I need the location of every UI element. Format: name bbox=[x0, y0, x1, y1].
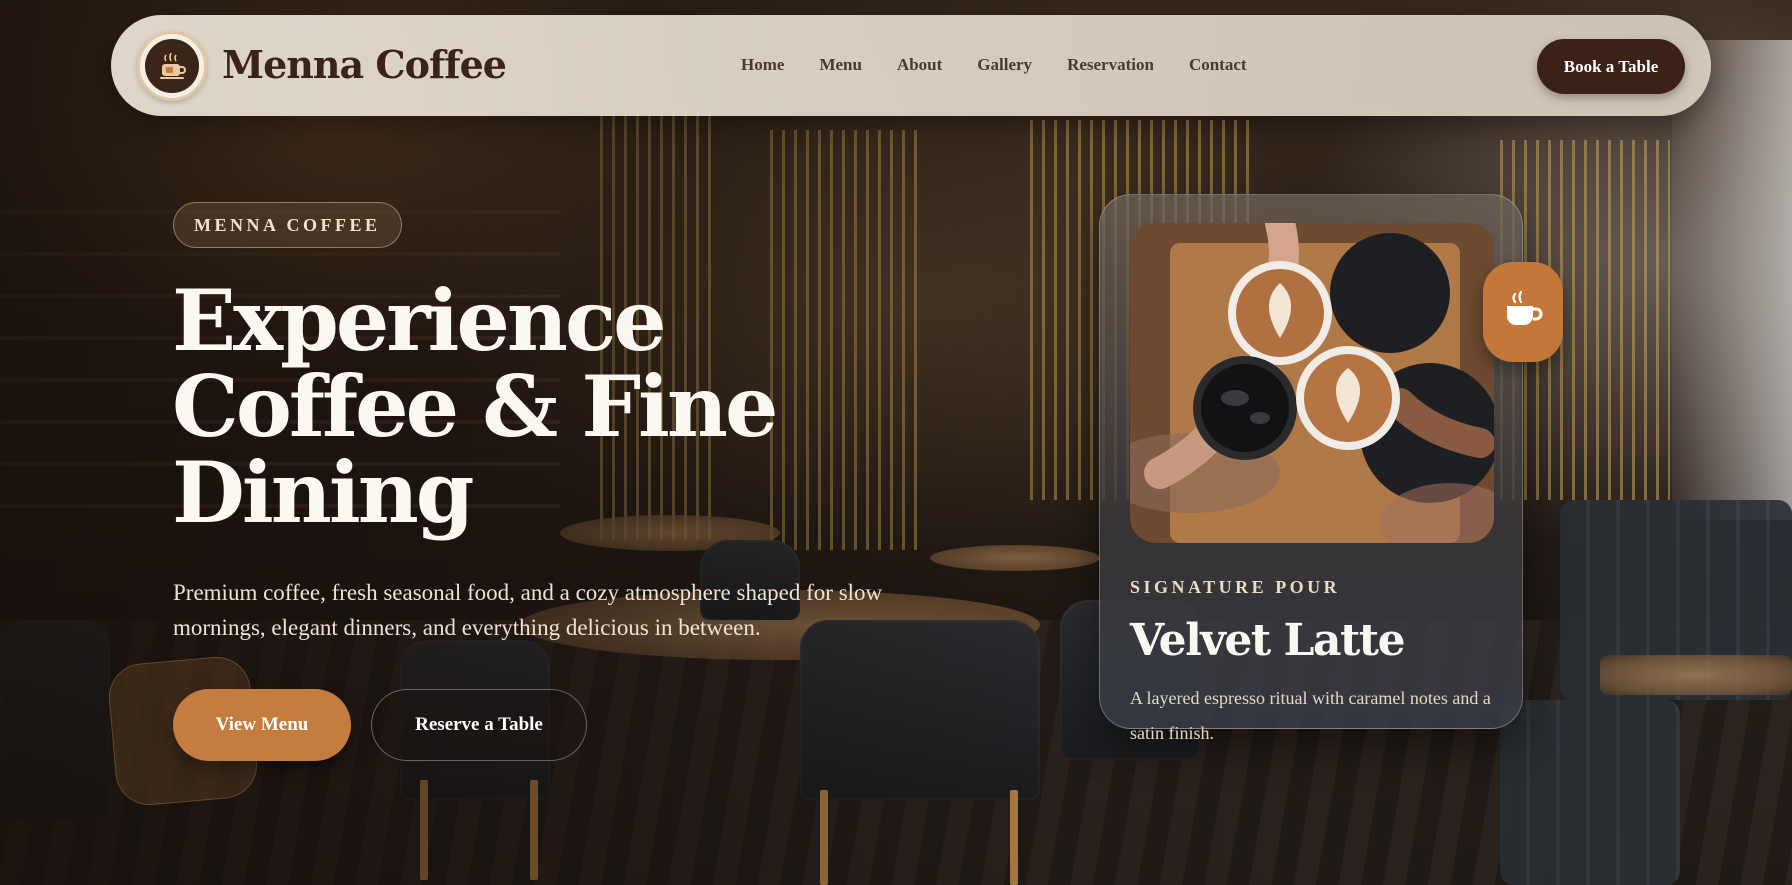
latte-art-photo bbox=[1130, 223, 1494, 543]
signature-card: SIGNATURE POUR Velvet Latte A layered es… bbox=[1099, 194, 1523, 743]
main-nav: Home Menu About Gallery Reservation Cont… bbox=[741, 55, 1282, 75]
view-menu-button[interactable]: View Menu bbox=[173, 689, 351, 761]
nav-contact[interactable]: Contact bbox=[1189, 55, 1247, 75]
nav-home[interactable]: Home bbox=[741, 55, 784, 75]
coffee-cup-icon bbox=[145, 39, 199, 93]
card-eyebrow: SIGNATURE POUR bbox=[1130, 577, 1341, 597]
card-description: A layered espresso ritual with caramel n… bbox=[1130, 688, 1491, 743]
brand-name[interactable]: Menna Coffee bbox=[222, 42, 507, 87]
nav-reservation[interactable]: Reservation bbox=[1067, 55, 1154, 75]
card-title: Velvet Latte bbox=[1130, 615, 1406, 666]
book-table-button[interactable]: Book a Table bbox=[1537, 39, 1685, 94]
floating-coffee-badge bbox=[1483, 262, 1563, 362]
hero-headline: Experience Coffee & Fine Dining bbox=[172, 278, 872, 536]
reserve-table-button[interactable]: Reserve a Table bbox=[371, 689, 587, 761]
site-header: Menna Coffee Home Menu About Gallery Res… bbox=[111, 15, 1711, 116]
nav-gallery[interactable]: Gallery bbox=[977, 55, 1032, 75]
nav-about[interactable]: About bbox=[897, 55, 942, 75]
headline-line: Dining bbox=[172, 443, 475, 542]
nav-menu[interactable]: Menu bbox=[819, 55, 862, 75]
logo[interactable] bbox=[137, 31, 207, 101]
headline-line: Coffee & Fine bbox=[172, 357, 778, 456]
coffee-cup-icon bbox=[1501, 288, 1545, 336]
hero-eyebrow-badge: MENNA COFFEE bbox=[173, 202, 402, 248]
headline-line: Experience bbox=[172, 271, 667, 370]
hero-subtext: Premium coffee, fresh seasonal food, and… bbox=[173, 580, 883, 640]
